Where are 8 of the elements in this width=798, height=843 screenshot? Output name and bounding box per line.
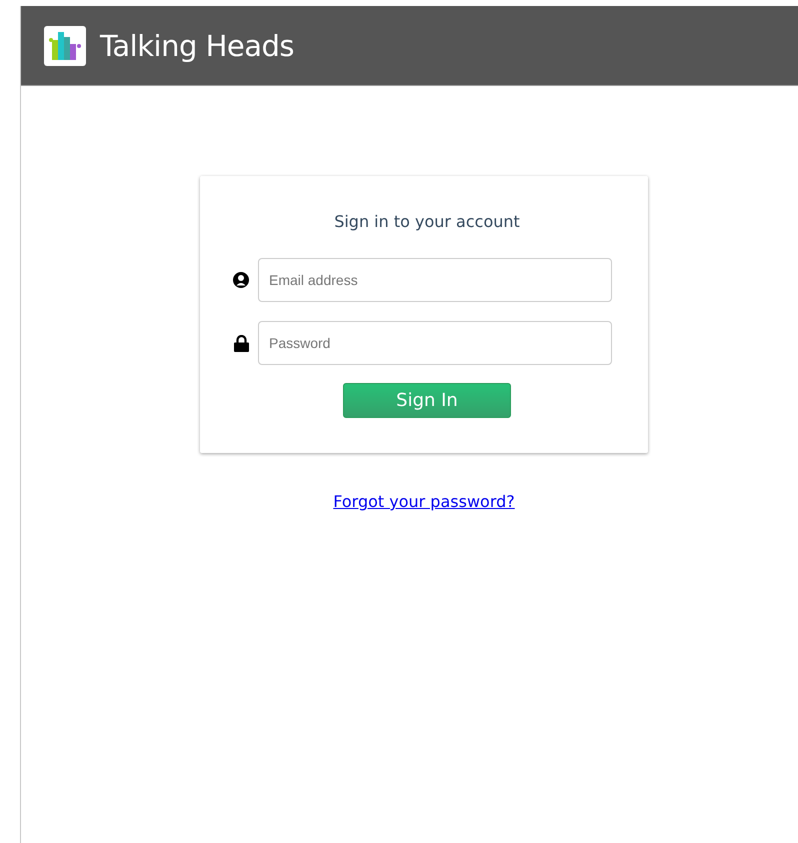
- lock-icon: [234, 334, 248, 352]
- app-title: Talking Heads: [100, 28, 294, 62]
- forgot-password-link[interactable]: Forgot your password?: [333, 492, 515, 511]
- password-field[interactable]: Password: [258, 321, 612, 365]
- card-heading: Sign in to your account: [333, 212, 521, 231]
- logo-icon: [44, 26, 86, 66]
- user-icon: [233, 272, 249, 288]
- email-field[interactable]: Email address: [258, 258, 612, 302]
